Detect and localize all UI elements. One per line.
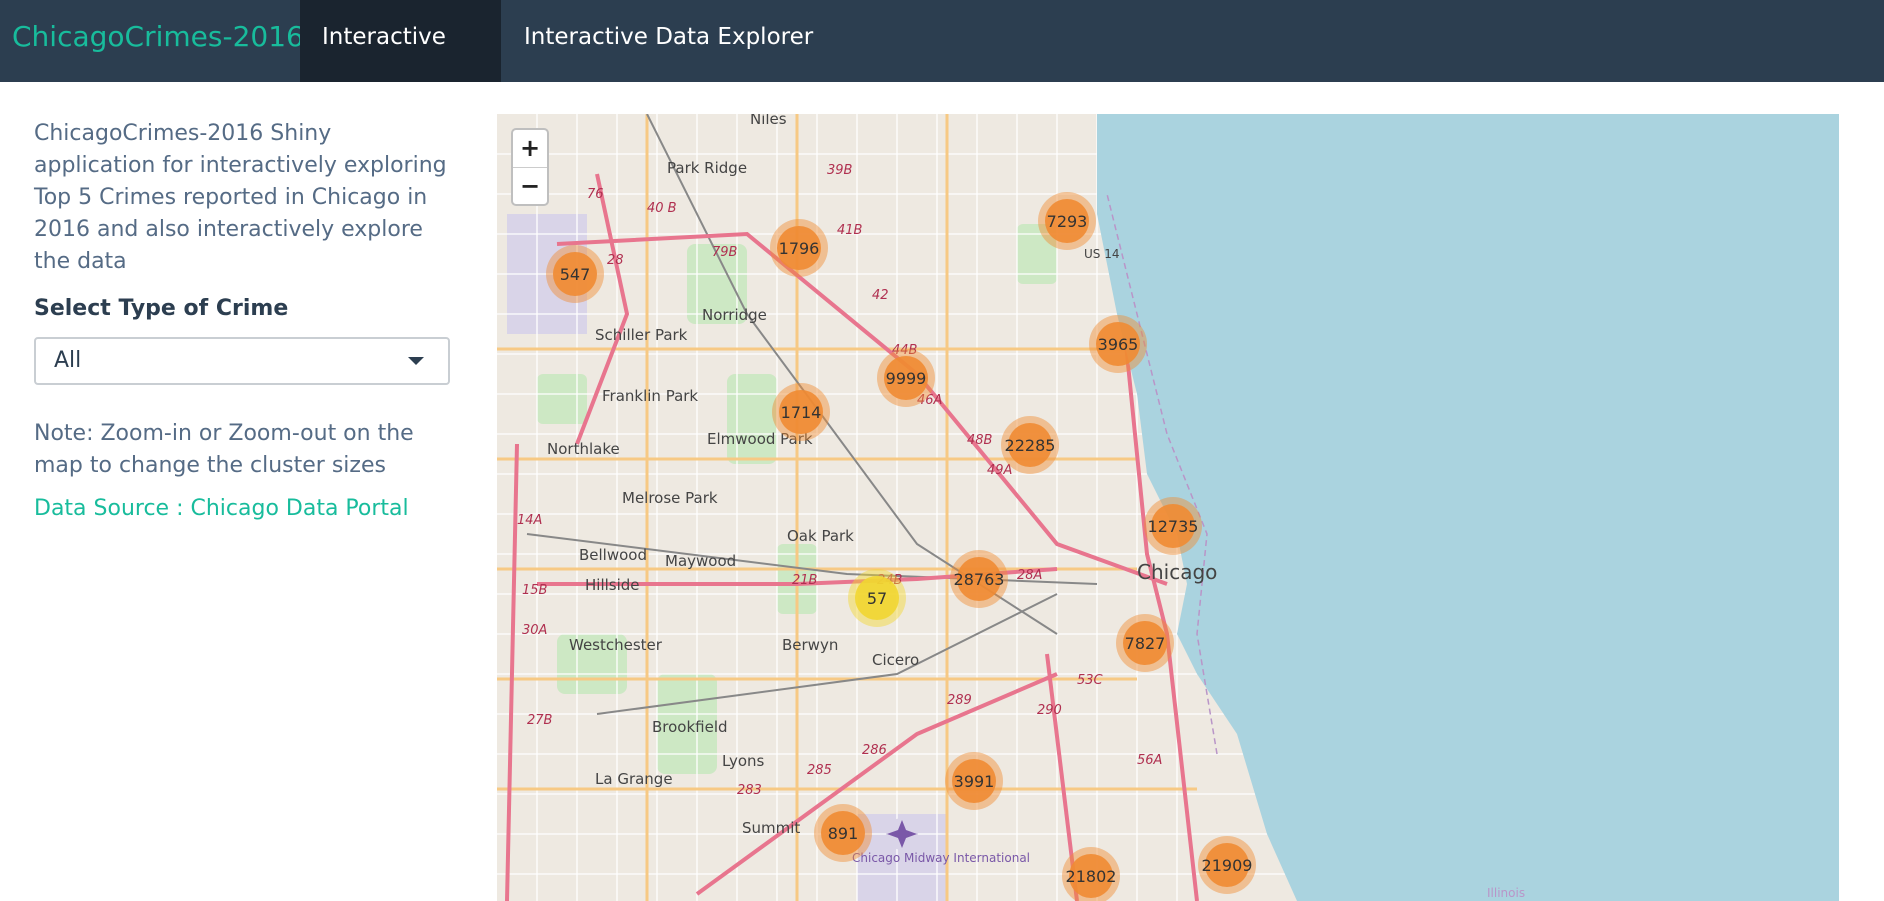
crime-map[interactable]: Niles Park Ridge Norridge Schiller Park …: [497, 114, 1839, 901]
cluster-marker[interactable]: 3965: [1089, 315, 1147, 373]
cluster-marker[interactable]: 21802: [1062, 847, 1120, 901]
cluster-count: 3991: [954, 772, 995, 791]
cluster-count: 28763: [954, 570, 1005, 589]
cluster-marker[interactable]: 9999: [877, 349, 935, 407]
crime-type-select[interactable]: All: [34, 337, 450, 385]
cluster-count: 7827: [1125, 634, 1166, 653]
cluster-count: 1796: [779, 239, 820, 258]
cluster-count: 21802: [1066, 867, 1117, 886]
tab-interactive-map[interactable]: Interactive Map: [300, 0, 501, 124]
cluster-count: 3965: [1098, 335, 1139, 354]
cluster-count: 1714: [781, 403, 822, 422]
zoom-note: Note: Zoom-in or Zoom-out on the map to …: [34, 421, 414, 478]
cluster-count: 21909: [1202, 856, 1253, 875]
app-brand[interactable]: ChicagoCrimes-2016: [12, 0, 304, 82]
tab-interactive-data-explorer[interactable]: Interactive Data Explorer: [502, 0, 835, 82]
cluster-marker[interactable]: 891: [814, 804, 872, 862]
cluster-marker[interactable]: 1796: [770, 219, 828, 277]
cluster-marker[interactable]: 28763: [950, 550, 1008, 608]
zoom-control: + −: [511, 128, 549, 206]
cluster-marker[interactable]: 7827: [1116, 614, 1174, 672]
cluster-marker[interactable]: 12735: [1144, 497, 1202, 555]
crime-type-label: Select Type of Crime: [34, 296, 289, 321]
cluster-marker[interactable]: 22285: [1001, 416, 1059, 474]
intro-text: ChicagoCrimes-2016 Shiny application for…: [34, 121, 447, 274]
cluster-marker[interactable]: 547: [546, 245, 604, 303]
cluster-layer: 547 1796 7293 3965 9999 1714 22285 12735 57 28763…: [546, 192, 1256, 901]
cluster-marker[interactable]: 7293: [1038, 192, 1096, 250]
cluster-count: 7293: [1047, 212, 1088, 231]
zoom-in-button[interactable]: +: [513, 130, 547, 168]
cluster-count: 57: [867, 589, 887, 608]
cluster-count: 12735: [1148, 517, 1199, 536]
crime-type-selected-value: All: [54, 348, 82, 373]
navbar: ChicagoCrimes-2016 Interactive Map Inter…: [0, 0, 1884, 124]
cluster-marker[interactable]: 3991: [945, 752, 1003, 810]
zoom-out-button[interactable]: −: [513, 168, 547, 205]
cluster-count: 9999: [886, 369, 927, 388]
cluster-marker[interactable]: 21909: [1198, 836, 1256, 894]
chevron-down-icon: [408, 357, 424, 365]
cluster-count: 547: [560, 265, 591, 284]
cluster-count: 891: [828, 824, 859, 843]
cluster-count: 22285: [1005, 436, 1056, 455]
data-source-link[interactable]: Data Source : Chicago Data Portal: [34, 496, 409, 521]
sidebar-panel: ChicagoCrimes-2016 Shiny application for…: [34, 118, 464, 521]
cluster-marker[interactable]: 57: [848, 569, 906, 627]
cluster-marker[interactable]: 1714: [772, 383, 830, 441]
